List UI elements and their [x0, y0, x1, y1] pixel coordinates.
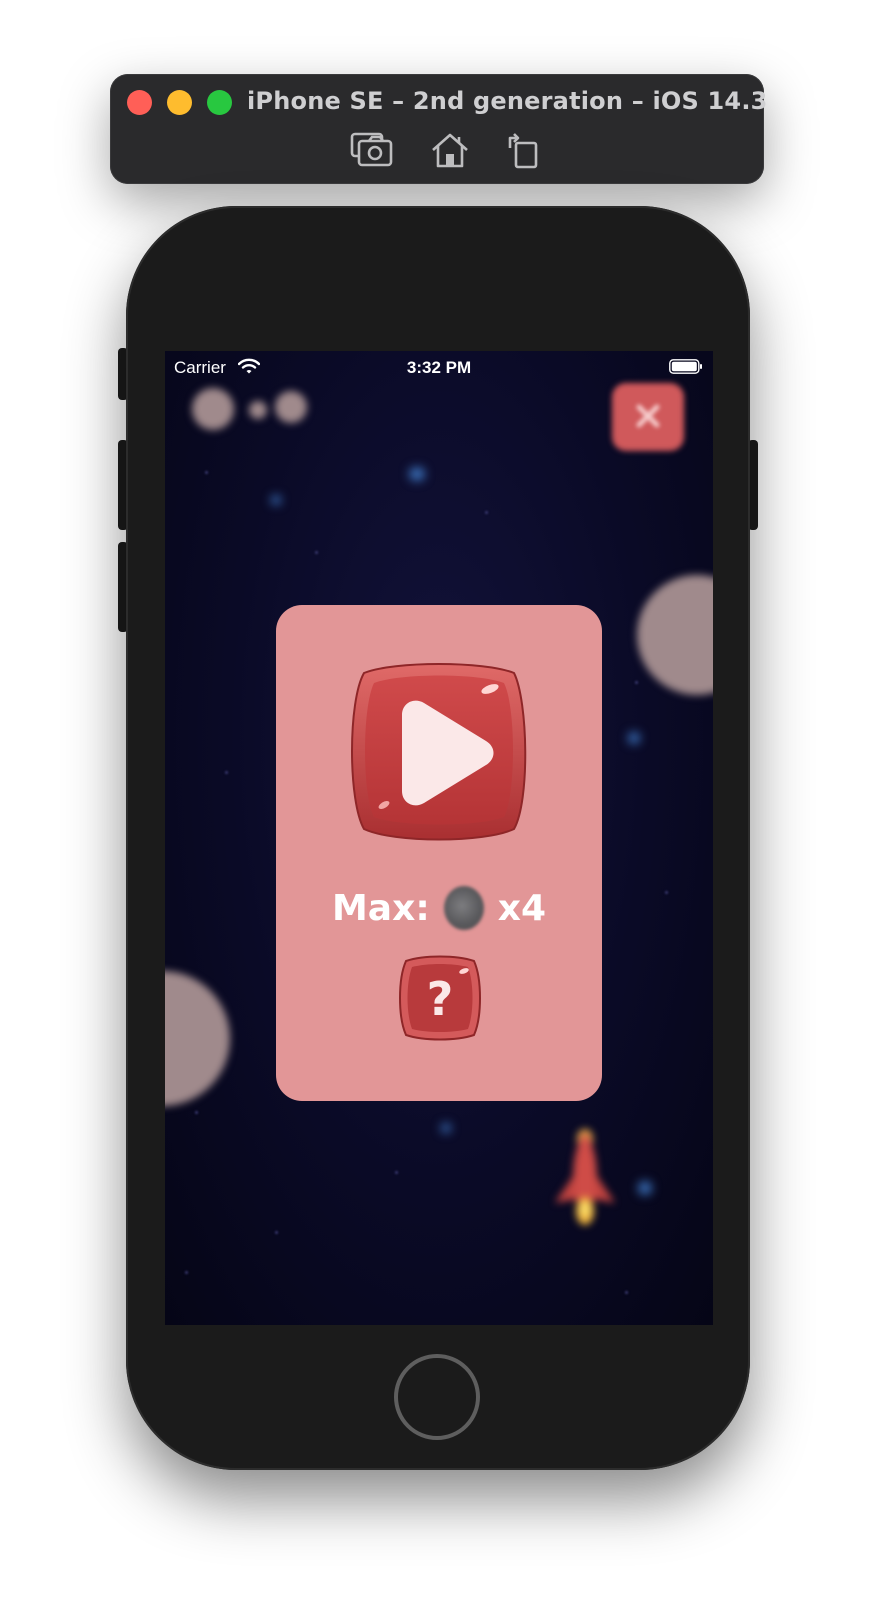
background-star — [395, 1171, 398, 1174]
simulator-title-bar: iPhone SE – 2nd generation – iOS 14.3 — [110, 74, 767, 184]
minimize-window-button[interactable] — [167, 90, 192, 115]
max-value: x4 — [497, 887, 546, 929]
planet — [249, 401, 267, 419]
background-star — [205, 471, 208, 474]
background-star — [271, 495, 281, 505]
rocket-icon — [555, 1129, 615, 1225]
simulator-title: iPhone SE – 2nd generation – iOS 14.3 — [247, 87, 768, 115]
status-time: 3:32 PM — [406, 358, 472, 377]
close-icon — [636, 404, 660, 428]
background-star — [195, 1111, 198, 1114]
background-star — [185, 1271, 188, 1274]
background-star — [628, 732, 640, 744]
background-star — [409, 467, 425, 481]
game-screen: Carrier 3:32 PM Max: x4 ? — [165, 351, 713, 1325]
max-score-row: Max: x4 — [276, 885, 602, 931]
coin-icon — [443, 886, 484, 930]
background-star — [275, 1231, 278, 1234]
background-star — [638, 1181, 652, 1195]
max-label: Max: — [331, 887, 430, 929]
zoom-window-button[interactable] — [207, 90, 232, 115]
play-button[interactable] — [344, 655, 534, 847]
battery-icon — [669, 359, 702, 374]
background-star — [225, 771, 228, 774]
planet — [192, 388, 234, 430]
background-star — [315, 551, 318, 554]
background-star — [635, 681, 638, 684]
planet — [165, 971, 230, 1106]
status-bar: Carrier 3:32 PM — [165, 351, 713, 381]
planet — [637, 575, 713, 695]
close-window-button[interactable] — [127, 90, 152, 115]
planet — [275, 391, 307, 423]
question-icon: ? — [399, 955, 481, 1041]
play-icon — [351, 663, 527, 841]
background-star — [485, 511, 488, 514]
rotate-icon[interactable] — [502, 130, 546, 170]
background-star — [665, 891, 668, 894]
home-icon[interactable] — [428, 130, 472, 170]
screenshot-icon[interactable] — [350, 130, 394, 170]
background-star — [625, 1291, 628, 1294]
help-button[interactable]: ? — [396, 953, 484, 1043]
home-button[interactable] — [394, 1354, 480, 1440]
help-symbol: ? — [427, 972, 454, 1026]
main-menu-panel: Max: x4 ? — [276, 605, 602, 1101]
background-star — [441, 1123, 451, 1133]
